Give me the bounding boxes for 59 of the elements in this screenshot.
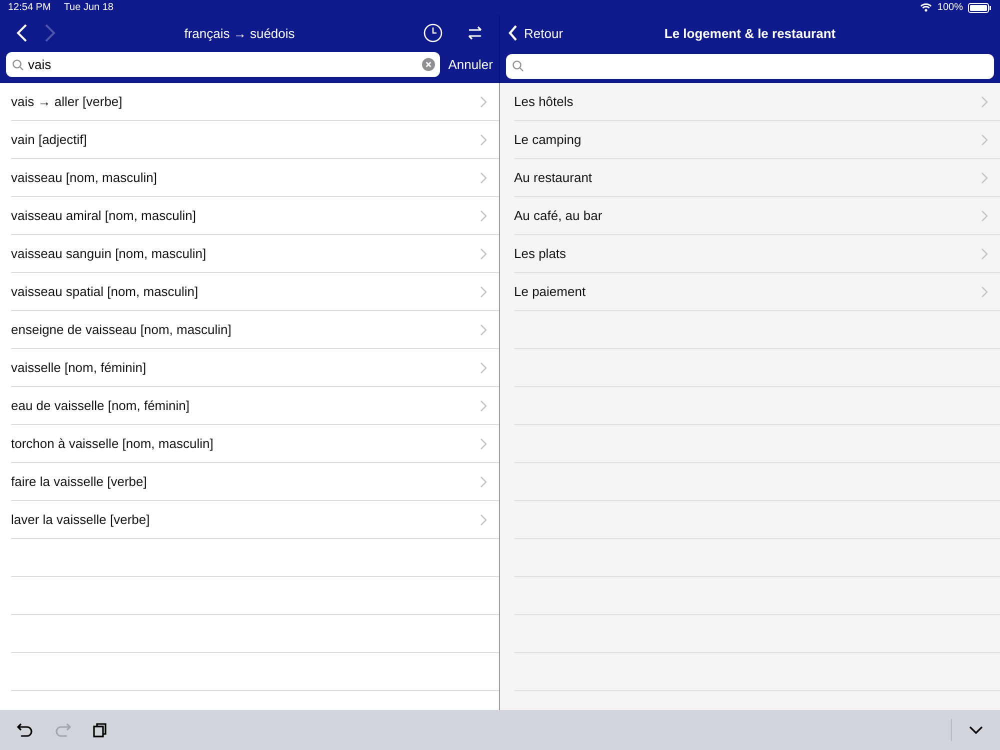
result-row[interactable]: eau de vaisselle [nom, féminin] [11,387,499,425]
chevron-icon [981,286,988,298]
topic-row[interactable]: Les hôtels [514,83,1000,121]
wifi-icon [920,3,932,12]
chevron-icon [480,514,487,526]
topic-row[interactable]: Le paiement [514,273,1000,311]
clock-icon [423,23,443,43]
result-row[interactable]: vaisseau amiral [nom, masculin] [11,197,499,235]
battery-percent: 100% [937,2,963,13]
search-field[interactable] [506,54,994,78]
chevron-icon [480,248,487,260]
chevron-icon [480,172,487,184]
swap-arrows-icon [467,25,483,41]
undo-arrow-icon [16,722,34,738]
topic-row[interactable]: Au café, au bar [514,197,1000,235]
dictionary-title: français → suédois [183,26,296,40]
chevron-left-icon [508,24,518,42]
result-row[interactable]: vaisseau sanguin [nom, masculin] [11,235,499,273]
result-row[interactable]: enseigne de vaisseau [nom, masculin] [11,311,499,349]
search-icon [12,58,24,70]
result-row[interactable]: torchon à vaisselle [nom, masculin] [11,425,499,463]
chevron-icon [480,96,487,108]
status-date: Tue Jun 18 [64,2,114,13]
search-field[interactable]: vais [6,52,440,77]
chevron-icon [480,324,487,336]
chevron-icon [981,210,988,222]
cancel-button[interactable]: Annuler [448,57,493,72]
chevron-icon [981,134,988,146]
clear-icon[interactable] [422,58,436,71]
section-title: Le logement & le restaurant [663,26,837,40]
result-row[interactable]: laver la vaisselle [verbe] [11,501,499,539]
result-row[interactable]: vain [adjectif] [11,121,499,159]
chevron-icon [480,286,487,298]
chevron-icon [480,210,487,222]
copy-icon [92,722,108,738]
result-row[interactable]: faire la vaisselle [verbe] [11,463,499,501]
chevron-right-icon [44,23,56,43]
topic-row[interactable]: Le camping [514,121,1000,159]
chevron-icon [981,172,988,184]
battery-icon [968,2,992,12]
topic-row[interactable]: Les plats [514,235,1000,273]
result-row[interactable]: vaisseau spatial [nom, masculin] [11,273,499,311]
chevron-icon [480,362,487,374]
result-row[interactable]: vaisselle [nom, féminin] [11,349,499,387]
chevron-left-icon [16,23,28,43]
chevron-icon [480,438,487,450]
result-row[interactable]: vais → aller [verbe] [11,83,499,121]
topic-row[interactable]: Au restaurant [514,159,1000,197]
status-time: 12:54 PM [8,2,51,13]
chevron-icon [981,248,988,260]
back-button[interactable]: Retour [508,24,598,42]
search-icon [512,60,524,72]
chevron-icon [480,400,487,412]
chevron-down-icon [968,725,984,735]
chevron-icon [981,96,988,108]
chevron-icon [480,476,487,488]
chevron-icon [480,134,487,146]
redo-arrow-icon [54,722,72,738]
result-row[interactable]: vaisseau [nom, masculin] [11,159,499,197]
